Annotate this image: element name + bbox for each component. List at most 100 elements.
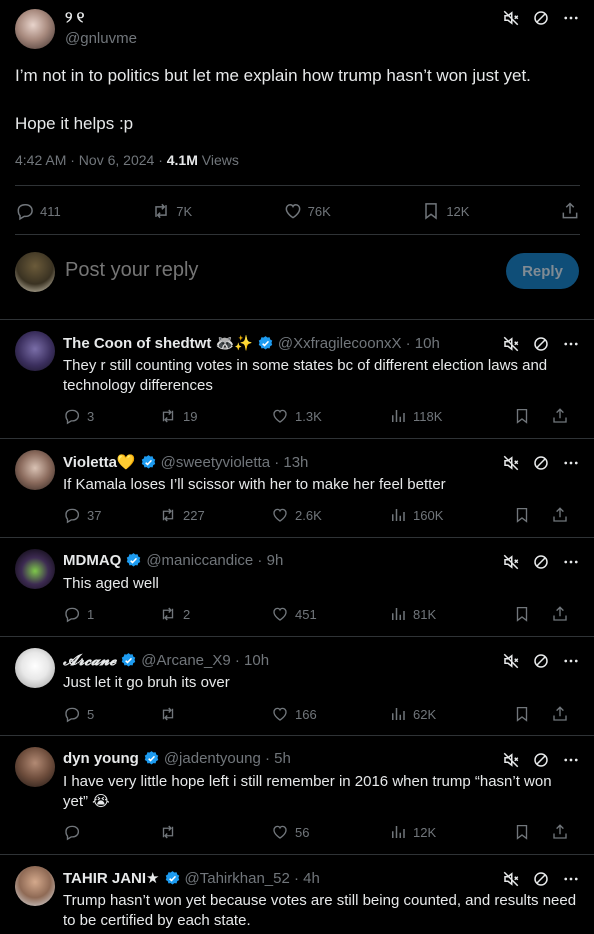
- mute-icon[interactable]: [502, 870, 520, 888]
- post-timestamp[interactable]: 4:42 AM · Nov 6, 2024 ·: [15, 152, 167, 168]
- share-action[interactable]: [551, 506, 569, 524]
- reply-item[interactable]: 𝓐𝓻𝓬𝓪𝓷𝓮 @Arcane_X9 · 10h Just let it go b…: [0, 648, 594, 735]
- block-icon[interactable]: [532, 870, 550, 888]
- reply-handle[interactable]: @Tahirkhan_52 · 4h: [185, 870, 320, 887]
- reply-avatar[interactable]: [15, 648, 55, 688]
- reply-icon: [65, 607, 80, 623]
- reply-display-name[interactable]: Violetta💛: [63, 453, 136, 471]
- bookmark-icon: [516, 706, 528, 722]
- share-action[interactable]: [551, 705, 569, 723]
- mute-icon[interactable]: [502, 9, 520, 27]
- reply-action[interactable]: 5: [63, 705, 159, 723]
- like-action[interactable]: 451: [271, 605, 389, 623]
- main-post-avatar[interactable]: [15, 9, 55, 49]
- reply-handle[interactable]: @jadentyoung · 5h: [164, 750, 291, 767]
- reply-item[interactable]: The Coon of shedtwt 🦝✨ @XxfragilecoonxX …: [0, 331, 594, 438]
- reply-display-name[interactable]: dyn young: [63, 750, 139, 767]
- reply-composer: Reply: [0, 250, 594, 295]
- divider: [0, 537, 594, 538]
- reply-avatar[interactable]: [15, 747, 55, 787]
- more-icon[interactable]: [562, 870, 580, 888]
- reply-display-name[interactable]: MDMAQ: [63, 552, 121, 569]
- main-post-handle[interactable]: @gnluvme: [65, 30, 137, 47]
- reply-item[interactable]: dyn young @jadentyoung · 5h I have very …: [0, 747, 594, 854]
- mute-icon[interactable]: [502, 652, 520, 670]
- share-action[interactable]: [560, 201, 580, 221]
- bookmark-action[interactable]: [513, 506, 551, 524]
- reply-display-name[interactable]: The Coon of shedtwt 🦝✨: [63, 334, 253, 352]
- share-action[interactable]: [551, 407, 569, 425]
- views-action[interactable]: 12K: [389, 823, 513, 841]
- bookmark-action[interactable]: 12K: [421, 201, 469, 221]
- repost-action[interactable]: 7K: [151, 201, 192, 221]
- reply-action[interactable]: 411: [15, 201, 61, 221]
- mute-icon[interactable]: [502, 553, 520, 571]
- reply-avatar[interactable]: [15, 331, 55, 371]
- reply-avatar[interactable]: [15, 866, 55, 906]
- reply-text: Trump hasn’t won yet because votes are s…: [63, 892, 577, 929]
- reply-header-actions: [502, 751, 580, 769]
- like-action[interactable]: 2.6K: [271, 506, 389, 524]
- reply-item[interactable]: TAHIR JANI★ @Tahirkhan_52 · 4h Trump has…: [0, 866, 594, 934]
- more-icon[interactable]: [562, 751, 580, 769]
- reply-action[interactable]: 1: [63, 605, 159, 623]
- repost-action[interactable]: 2: [159, 605, 271, 623]
- block-icon[interactable]: [532, 335, 550, 353]
- share-action[interactable]: [551, 823, 569, 841]
- repost-action[interactable]: [159, 823, 271, 841]
- views-action[interactable]: 118K: [389, 407, 513, 425]
- bookmark-action[interactable]: [513, 605, 551, 623]
- more-icon[interactable]: [562, 335, 580, 353]
- reply-button[interactable]: Reply: [506, 253, 579, 289]
- share-action[interactable]: [551, 605, 569, 623]
- main-post-display-name[interactable]: ୨ ୧: [65, 9, 84, 26]
- block-icon[interactable]: [532, 652, 550, 670]
- repost-action[interactable]: [159, 705, 271, 723]
- like-action[interactable]: 1.3K: [271, 407, 389, 425]
- views-label: Views: [197, 152, 239, 168]
- reply-icon: [65, 707, 80, 723]
- mute-icon[interactable]: [502, 751, 520, 769]
- mute-icon[interactable]: [502, 335, 520, 353]
- block-icon[interactable]: [532, 751, 550, 769]
- reply-handle[interactable]: @sweetyvioletta · 13h: [161, 454, 309, 471]
- bookmark-action[interactable]: [513, 823, 551, 841]
- reply-action[interactable]: 3: [63, 407, 159, 425]
- repost-icon: [162, 409, 174, 423]
- block-icon[interactable]: [532, 9, 550, 27]
- reply-handle[interactable]: @Arcane_X9 · 10h: [141, 652, 269, 669]
- reply-display-name[interactable]: TAHIR JANI★: [63, 869, 160, 887]
- bookmark-action[interactable]: [513, 705, 551, 723]
- reply-action-bar: 37 227 2.6K 160K: [63, 506, 581, 524]
- reply-display-name[interactable]: 𝓐𝓻𝓬𝓪𝓷𝓮: [63, 651, 116, 669]
- like-action[interactable]: 166: [271, 705, 389, 723]
- reply-action[interactable]: 37: [63, 506, 159, 524]
- reply-avatar[interactable]: [15, 450, 55, 490]
- like-action[interactable]: 76K: [283, 201, 331, 221]
- reply-item[interactable]: MDMAQ @maniccandice · 9h This aged well …: [0, 549, 594, 636]
- views-action[interactable]: 81K: [389, 605, 513, 623]
- my-avatar[interactable]: [15, 252, 55, 292]
- verified-badge-icon: [143, 750, 160, 767]
- reply-handle[interactable]: @maniccandice · 9h: [146, 552, 283, 569]
- block-icon[interactable]: [532, 454, 550, 472]
- like-action[interactable]: 56: [271, 823, 389, 841]
- like-icon: [273, 707, 287, 721]
- views-action[interactable]: 160K: [389, 506, 513, 524]
- more-icon[interactable]: [562, 9, 580, 27]
- bookmark-action[interactable]: [513, 407, 551, 425]
- views-icon: [392, 509, 405, 521]
- reply-item[interactable]: Violetta💛 @sweetyvioletta · 13h If Kamal…: [0, 450, 594, 537]
- more-icon[interactable]: [562, 454, 580, 472]
- repost-action[interactable]: 19: [159, 407, 271, 425]
- views-action[interactable]: 62K: [389, 705, 513, 723]
- reply-input[interactable]: [65, 259, 485, 282]
- block-icon[interactable]: [532, 553, 550, 571]
- reply-action[interactable]: [63, 823, 159, 841]
- repost-action[interactable]: 227: [159, 506, 271, 524]
- reply-handle[interactable]: @XxfragilecoonxX · 10h: [278, 335, 440, 352]
- reply-avatar[interactable]: [15, 549, 55, 589]
- more-icon[interactable]: [562, 652, 580, 670]
- more-icon[interactable]: [562, 553, 580, 571]
- mute-icon[interactable]: [502, 454, 520, 472]
